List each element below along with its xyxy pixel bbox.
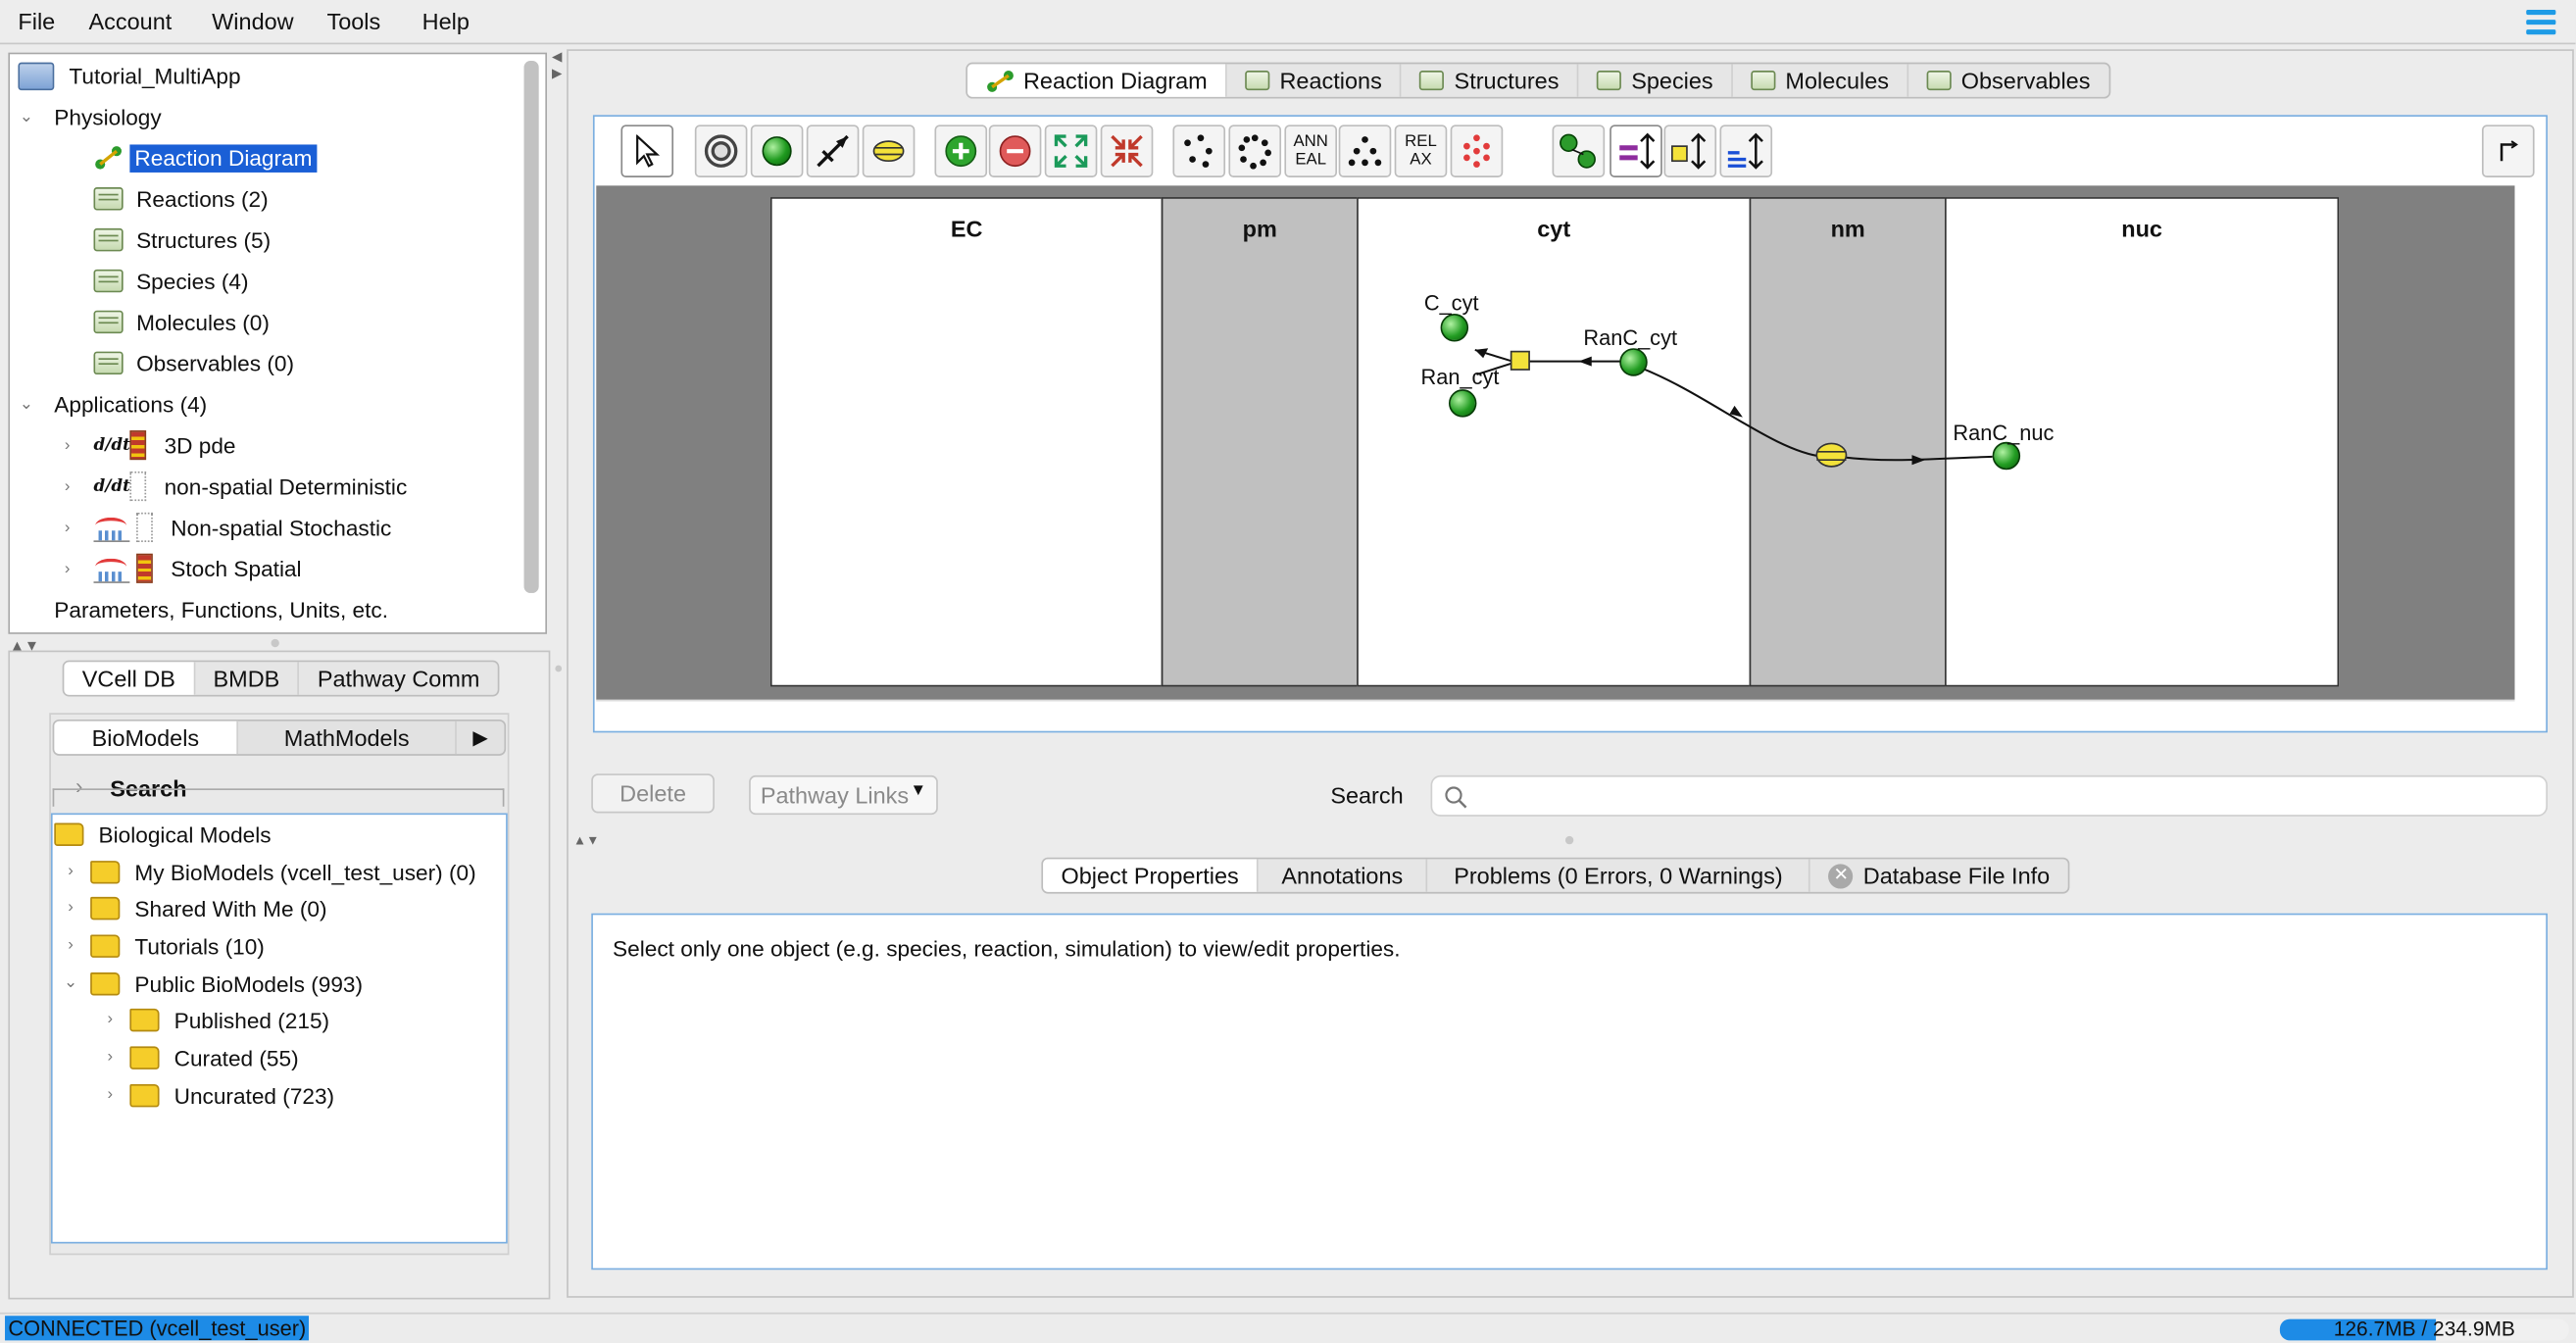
app-window: File Account Window Tools Help Tutorial_… <box>0 0 2576 1343</box>
diagram-hscroll[interactable] <box>596 699 2515 724</box>
chevron-down-icon: ▼ <box>910 781 927 801</box>
properties-panel: Select only one object (e.g. species, re… <box>591 913 2549 1270</box>
search-label: Search <box>1330 781 1404 809</box>
bottom-tabs: Object Properties Annotations Problems (… <box>1041 857 2070 894</box>
reaction-node[interactable] <box>1510 350 1530 371</box>
species-label: Ran_cyt <box>1420 365 1500 390</box>
properties-message: Select only one object (e.g. species, re… <box>613 936 1401 962</box>
pathway-links-dropdown[interactable]: Pathway Links ▼ <box>749 774 938 816</box>
tab-database-file-info[interactable]: ✕ Database File Info <box>1810 859 2067 892</box>
tab-label: Database File Info <box>1862 862 2051 889</box>
species-label: C_cyt <box>1423 290 1479 316</box>
species-ranc-cyt[interactable] <box>1619 348 1648 376</box>
species-label: RanC_cyt <box>1583 324 1678 350</box>
memory-label: 126.7MB / 234.9MB <box>2333 1317 2515 1341</box>
flux-node[interactable] <box>1815 442 1848 468</box>
close-icon[interactable]: ✕ <box>1828 863 1854 888</box>
connection-status: CONNECTED (vcell_test_user) <box>5 1316 310 1341</box>
status-bar: CONNECTED (vcell_test_user) 126.7MB / 23… <box>0 1312 2576 1343</box>
edge-arrow <box>1911 455 1925 466</box>
delete-button[interactable]: Delete <box>591 773 715 814</box>
memory-bar: 126.7MB / 234.9MB <box>2279 1317 2569 1341</box>
pathway-links-label: Pathway Links <box>760 781 910 809</box>
edge-arrow <box>1578 356 1592 367</box>
search-field[interactable] <box>1474 779 2527 812</box>
tab-annotations[interactable]: Annotations <box>1259 859 1428 892</box>
species-ranc-nuc[interactable] <box>1992 441 2021 471</box>
search-input[interactable] <box>1430 774 2549 817</box>
splitter-handle[interactable] <box>1564 835 1574 845</box>
tab-problems[interactable]: Problems (0 Errors, 0 Warnings) <box>1427 859 1811 892</box>
species-c-cyt[interactable] <box>1440 314 1469 342</box>
split-arrows-icon[interactable]: ▲▼ <box>573 833 600 848</box>
tab-object-properties[interactable]: Object Properties <box>1043 859 1259 892</box>
species-ran-cyt[interactable] <box>1448 389 1477 418</box>
species-label: RanC_nuc <box>1953 420 2055 446</box>
search-icon <box>1445 786 1467 809</box>
